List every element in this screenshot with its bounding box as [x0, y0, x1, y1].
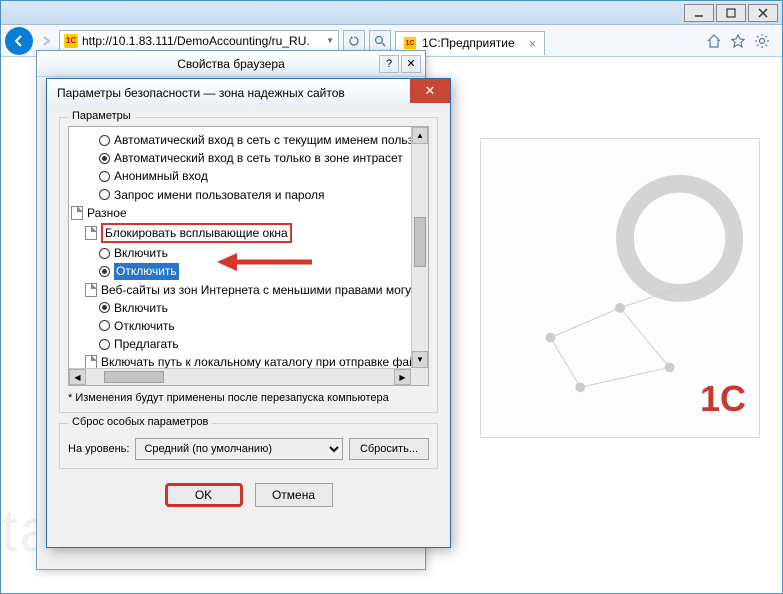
radio-auto-current[interactable]: Автоматический вход в сеть с текущим име… — [71, 131, 426, 149]
properties-title: Свойства браузера — [177, 57, 285, 71]
favorites-icon[interactable] — [730, 33, 746, 49]
ok-button[interactable]: OK — [165, 483, 243, 507]
vertical-scrollbar[interactable]: ▲ ▼ — [411, 127, 428, 368]
radio-anonymous[interactable]: Анонимный вход — [71, 167, 426, 185]
level-select[interactable]: Средний (по умолчанию) — [135, 438, 343, 460]
restart-note: * Изменения будут применены после переза… — [68, 392, 429, 404]
parameters-group-title: Параметры — [68, 110, 135, 122]
radio-lesser-enable[interactable]: Включить — [71, 299, 426, 317]
document-icon — [85, 283, 97, 297]
document-icon — [71, 206, 83, 220]
scroll-down-icon[interactable]: ▼ — [412, 351, 428, 368]
security-titlebar[interactable]: Параметры безопасности — зона надежных с… — [47, 79, 450, 107]
radio-lesser-suggest[interactable]: Предлагать — [71, 335, 426, 353]
tab-title: 1С:Предприятие — [422, 36, 515, 50]
back-button[interactable] — [5, 27, 33, 55]
toolbar-tools — [706, 33, 778, 49]
settings-tree: Автоматический вход в сеть с текущим име… — [68, 126, 429, 386]
refresh-button[interactable] — [343, 30, 365, 52]
scroll-up-icon[interactable]: ▲ — [412, 127, 428, 144]
gear-icon[interactable] — [754, 33, 770, 49]
radio-lesser-disable[interactable]: Отключить — [71, 317, 426, 335]
radio-popup-enable[interactable]: Включить — [71, 244, 426, 262]
scroll-corner — [411, 368, 428, 385]
radio-auto-intranet[interactable]: Автоматический вход в сеть только в зоне… — [71, 149, 426, 167]
minimize-button[interactable] — [684, 4, 714, 22]
hscroll-thumb[interactable] — [104, 371, 164, 383]
close-button[interactable] — [748, 4, 778, 22]
tab-close-icon[interactable]: × — [529, 36, 537, 51]
category-misc: Разное — [71, 204, 426, 222]
scroll-right-icon[interactable]: ▶ — [394, 369, 411, 385]
parameters-group: Параметры Автоматический вход в сеть с т… — [59, 117, 438, 413]
scroll-left-icon[interactable]: ◀ — [69, 369, 86, 385]
logo-1c: 1C — [700, 378, 746, 420]
document-icon — [85, 226, 97, 240]
horizontal-scrollbar[interactable]: ◀ ▶ — [69, 368, 411, 385]
reset-group-title: Сброс особых параметров — [68, 416, 212, 428]
window-titlebar — [1, 1, 782, 25]
properties-titlebar: Свойства браузера ? ✕ — [37, 51, 425, 77]
maximize-button[interactable] — [716, 4, 746, 22]
scroll-thumb[interactable] — [414, 217, 426, 267]
tab-favicon-icon: 1C — [404, 37, 416, 49]
favicon-icon: 1C — [64, 34, 78, 48]
forward-button[interactable] — [37, 32, 55, 50]
reset-group: Сброс особых параметров На уровень: Сред… — [59, 423, 438, 469]
url-field[interactable]: 1C ▼ — [59, 30, 339, 52]
item-websites-lesser: Веб-сайты из зон Интернета с меньшими пр… — [71, 281, 426, 299]
home-icon[interactable] — [706, 33, 722, 49]
security-title: Параметры безопасности — зона надежных с… — [57, 86, 345, 100]
properties-close-button[interactable]: ✕ — [401, 55, 421, 73]
dropdown-icon[interactable]: ▼ — [326, 36, 334, 45]
security-settings-dialog: Параметры безопасности — зона надежных с… — [46, 78, 451, 548]
security-close-button[interactable]: ✕ — [410, 79, 450, 103]
url-input[interactable] — [82, 34, 322, 48]
reset-button[interactable]: Сбросить... — [349, 438, 429, 460]
search-button[interactable] — [369, 30, 391, 52]
level-label: На уровень: — [68, 443, 129, 455]
radio-prompt-creds[interactable]: Запрос имени пользователя и пароля — [71, 186, 426, 204]
cancel-button[interactable]: Отмена — [255, 483, 333, 507]
item-block-popups: Блокировать всплывающие окна — [71, 222, 426, 244]
properties-help-button[interactable]: ? — [379, 55, 399, 73]
radio-popup-disable[interactable]: Отключить — [71, 262, 426, 280]
